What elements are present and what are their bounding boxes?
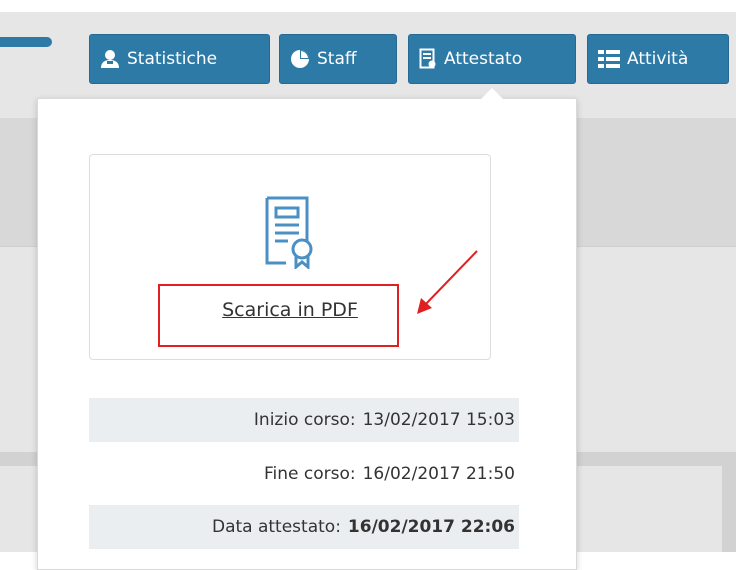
detail-row-data-attestato: Data attestato: 16/02/2017 22:06 bbox=[89, 505, 519, 549]
tab-label: Staff bbox=[317, 49, 357, 69]
detail-row-fine-corso: Fine corso: 16/02/2017 21:50 bbox=[89, 452, 519, 496]
progress-bar bbox=[0, 37, 52, 47]
annotation-highlight-box bbox=[158, 284, 399, 347]
certificate-icon bbox=[265, 196, 313, 269]
pie-chart-icon bbox=[291, 50, 309, 68]
top-strip bbox=[0, 0, 736, 12]
user-icon bbox=[101, 50, 119, 68]
list-icon bbox=[598, 50, 620, 68]
popover-caret bbox=[480, 88, 504, 100]
detail-row-inizio-corso: Inizio corso: 13/02/2017 15:03 bbox=[89, 398, 519, 442]
detail-label: Fine corso: bbox=[263, 464, 356, 484]
detail-value: 16/02/2017 22:06 bbox=[347, 517, 515, 537]
detail-value: 16/02/2017 21:50 bbox=[362, 464, 515, 484]
tab-attivita[interactable]: Attività bbox=[587, 34, 729, 84]
detail-label: Data attestato: bbox=[211, 517, 341, 537]
tab-statistiche[interactable]: Statistiche bbox=[89, 34, 270, 84]
tab-label: Attività bbox=[627, 49, 689, 69]
detail-value: 13/02/2017 15:03 bbox=[362, 410, 515, 430]
certificate-icon bbox=[419, 48, 436, 69]
tab-attestato[interactable]: Attestato bbox=[408, 34, 576, 84]
detail-label: Inizio corso: bbox=[253, 410, 356, 430]
tab-staff[interactable]: Staff bbox=[279, 34, 397, 84]
annotation-arrow-icon bbox=[417, 250, 478, 314]
tab-label: Attestato bbox=[444, 49, 523, 69]
tab-label: Statistiche bbox=[127, 49, 218, 69]
